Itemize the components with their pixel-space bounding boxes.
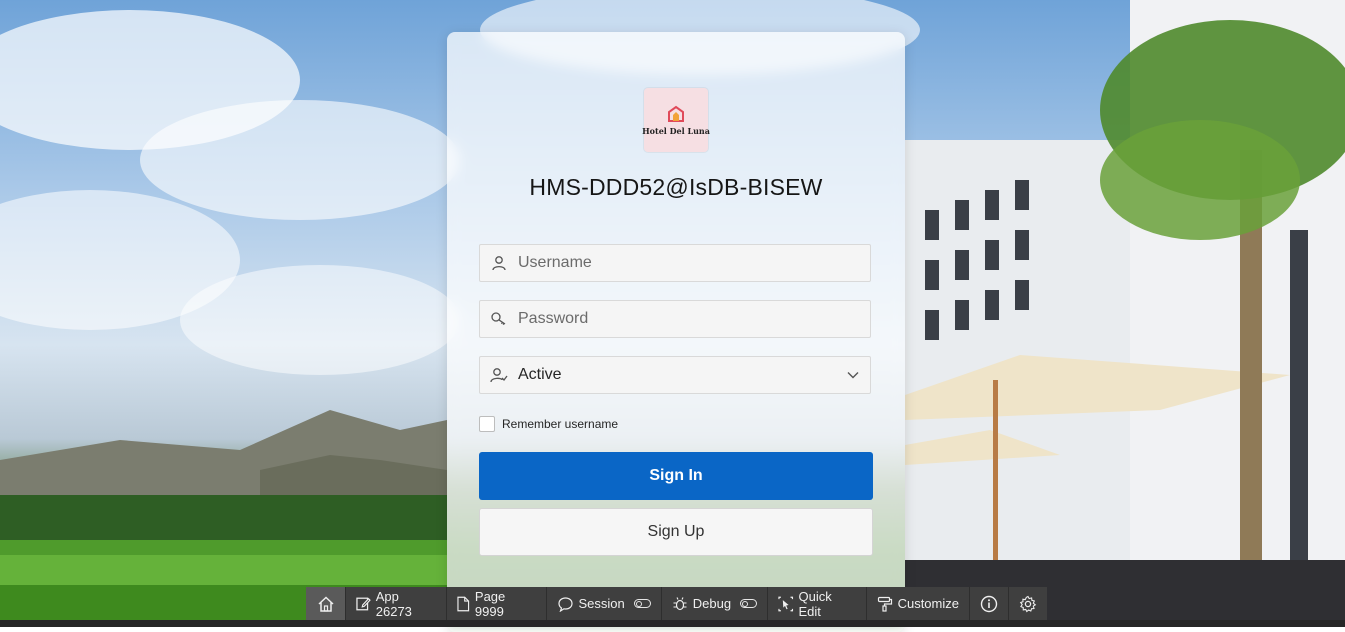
info-button[interactable] — [970, 587, 1009, 620]
user-status-icon — [480, 367, 518, 383]
debug-toggle-icon — [740, 599, 758, 608]
session-toggle-icon — [633, 599, 651, 608]
sign-in-button[interactable]: Sign In — [479, 452, 873, 500]
password-placeholder: Password — [518, 310, 589, 327]
gear-icon — [1019, 595, 1037, 612]
sign-up-button[interactable]: Sign Up — [479, 508, 873, 556]
session-button[interactable]: Session — [547, 587, 662, 620]
session-label: Session — [578, 596, 625, 611]
customize-label: Customize — [897, 596, 959, 611]
debug-icon — [673, 596, 687, 610]
app-logo: Hotel Del Luna — [642, 88, 710, 152]
chevron-down-icon — [836, 371, 870, 379]
debug-label: Debug — [692, 596, 732, 611]
info-icon — [980, 595, 998, 612]
hotel-logo-icon — [668, 105, 684, 122]
remember-label: Remember username — [502, 417, 619, 431]
app-button[interactable]: App 26273 — [346, 587, 448, 620]
customize-icon — [877, 596, 892, 612]
logo-text: Hotel Del Luna — [642, 126, 710, 136]
user-icon — [480, 255, 518, 271]
taskbar-strip — [0, 620, 1345, 627]
home-icon — [318, 595, 334, 612]
quick-edit-button[interactable]: Quick Edit — [768, 587, 867, 620]
key-icon — [480, 311, 518, 327]
page-label: Page 9999 — [474, 588, 506, 619]
app-label: App 26273 — [375, 588, 412, 619]
page-icon — [457, 596, 470, 611]
remember-checkbox[interactable] — [479, 416, 495, 432]
session-icon — [557, 596, 573, 612]
login-card: Hotel Del Luna HMS-DDD52@IsDB-BISEW User… — [447, 32, 905, 632]
remember-username[interactable]: Remember username — [479, 416, 618, 432]
password-field[interactable]: Password — [479, 300, 871, 338]
debug-button[interactable]: Debug — [662, 587, 769, 620]
developer-toolbar: App 26273 Page 9999 Session Debug Quick … — [306, 587, 1047, 620]
username-field[interactable]: Username — [479, 244, 871, 282]
customize-button[interactable]: Customize — [867, 587, 970, 620]
settings-button[interactable] — [1009, 587, 1047, 620]
edit-icon — [356, 597, 371, 611]
username-placeholder: Username — [518, 254, 592, 271]
status-select[interactable]: Active — [479, 356, 871, 394]
page-button[interactable]: Page 9999 — [447, 587, 547, 620]
quick-edit-icon — [778, 596, 794, 611]
quick-edit-label: Quick Edit — [798, 588, 832, 619]
app-title: HMS-DDD52@IsDB-BISEW — [529, 174, 823, 200]
home-button[interactable] — [306, 587, 347, 620]
status-value: Active — [518, 366, 562, 383]
